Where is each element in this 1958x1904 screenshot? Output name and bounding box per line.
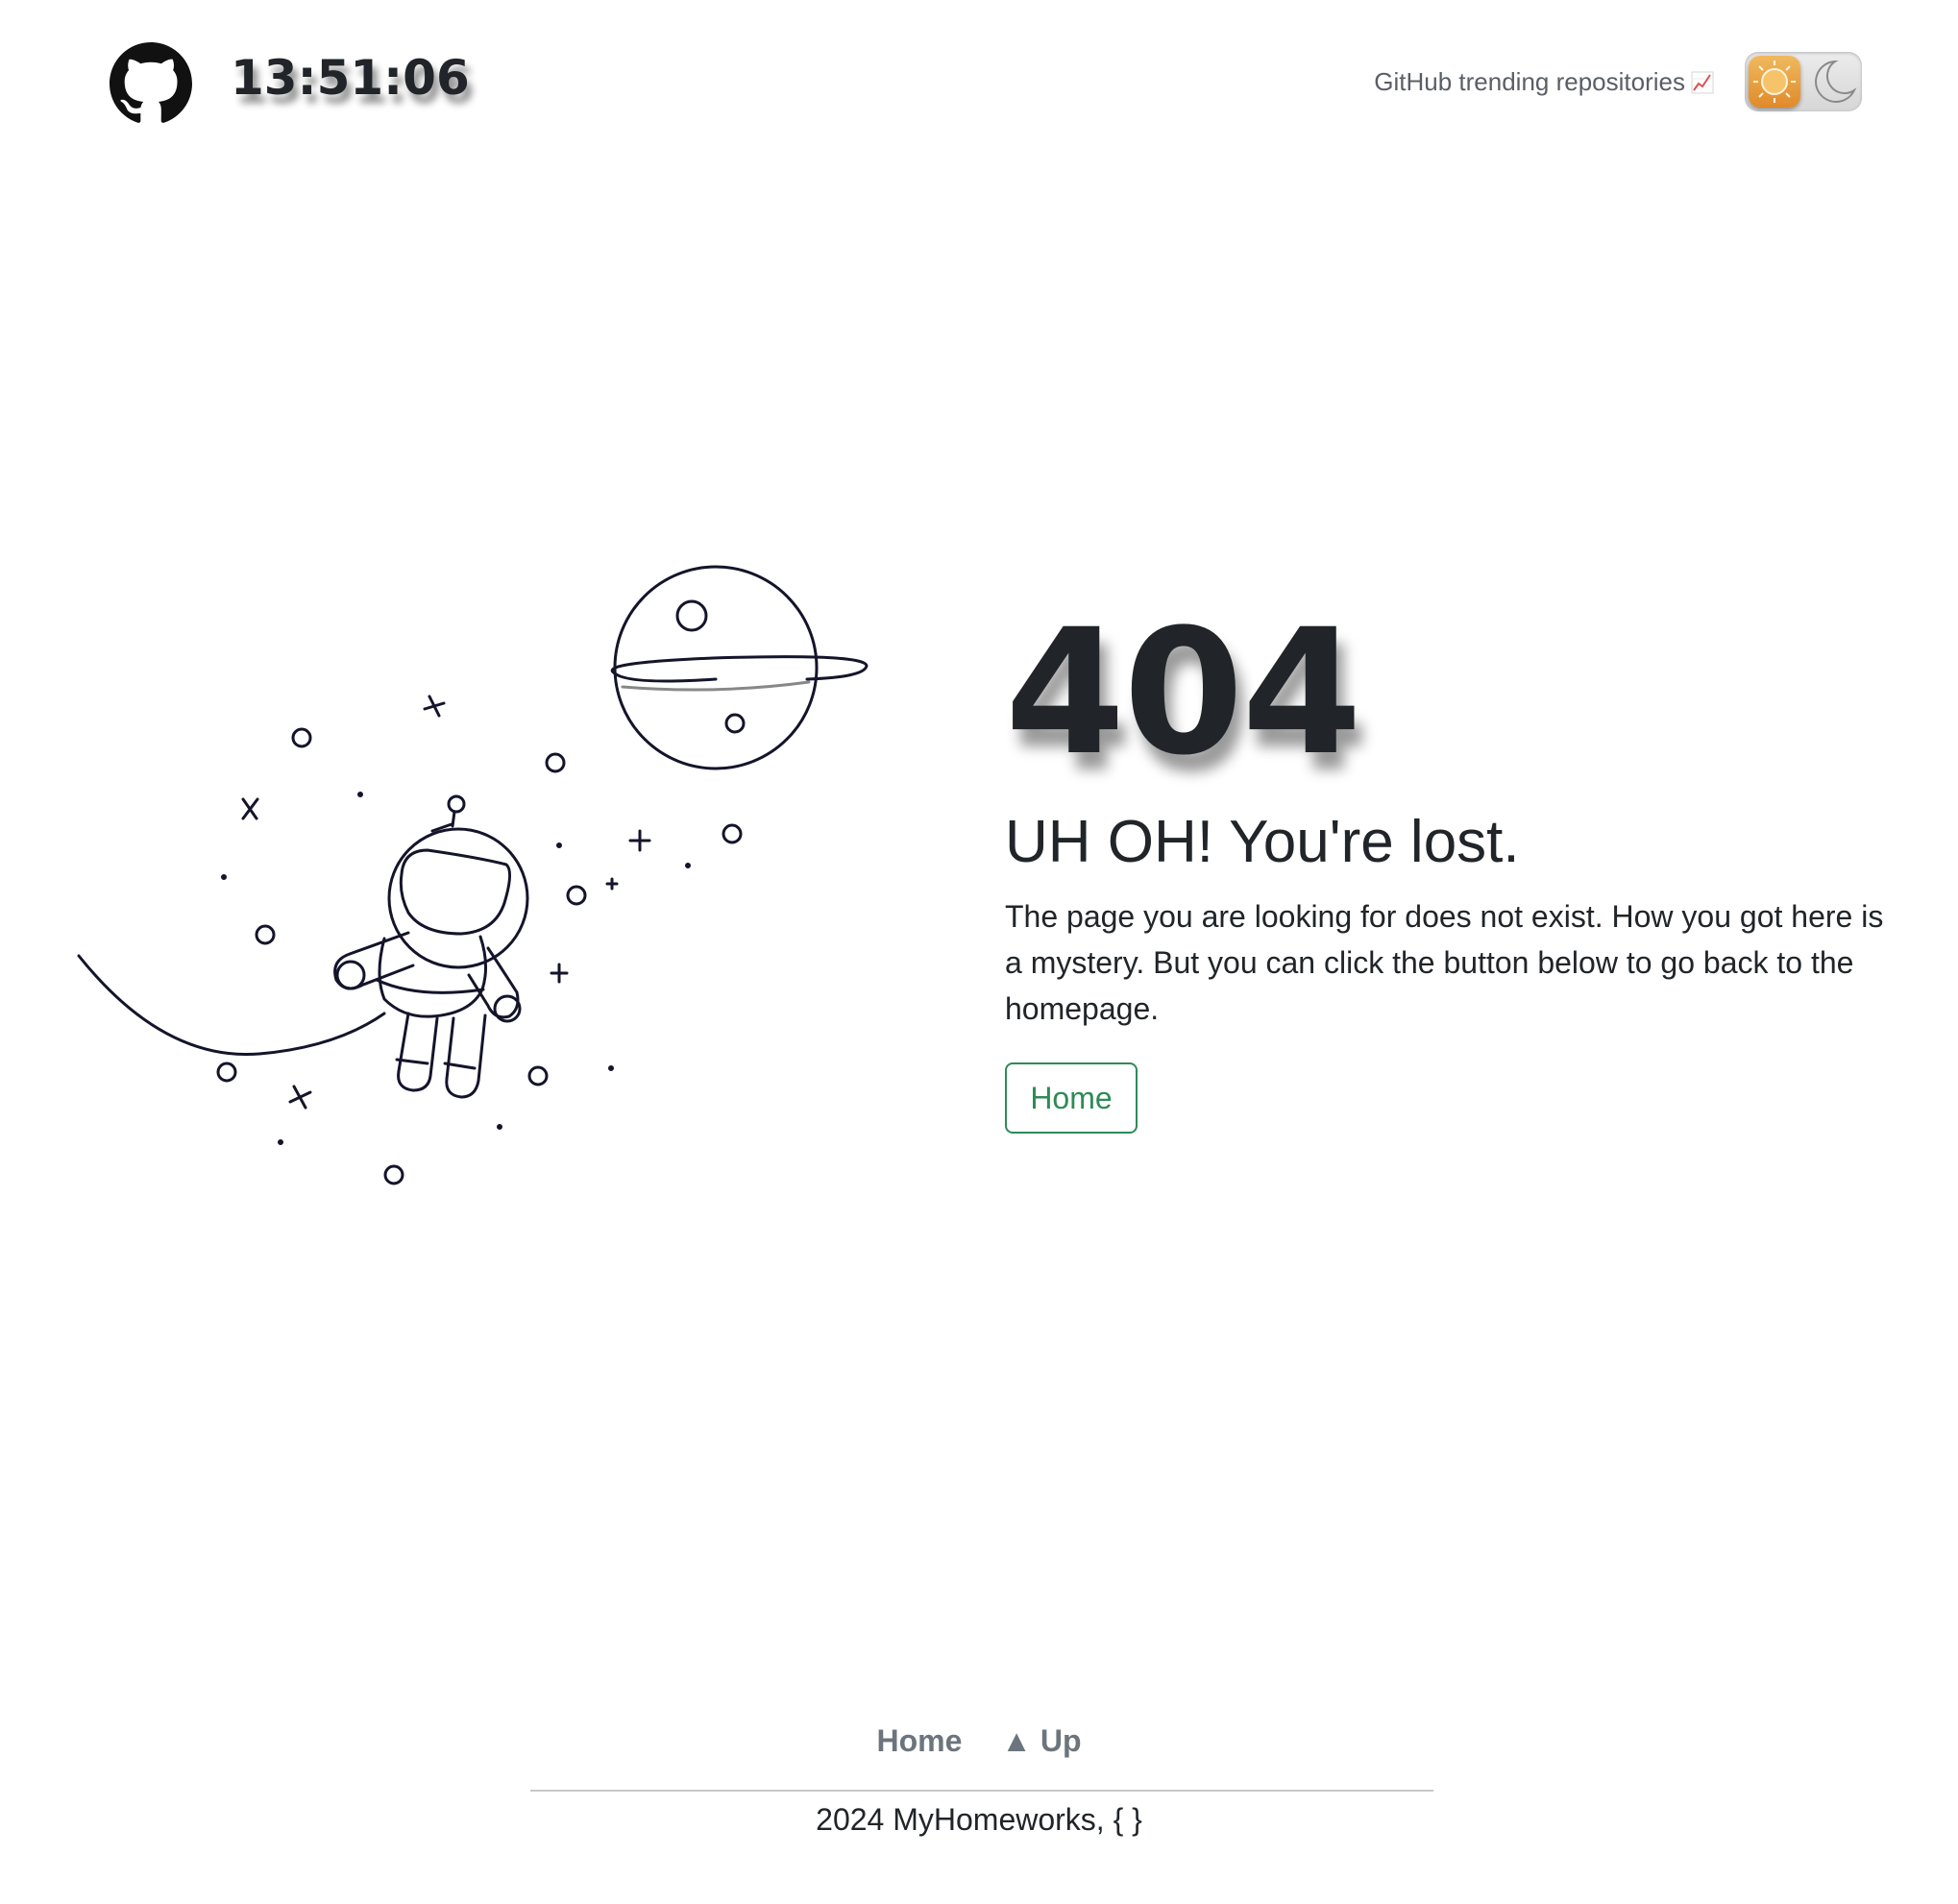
footer-nav: Home ▲ Up [0,1723,1958,1759]
chart-increasing-icon [1691,71,1714,93]
error-code: 404 [1005,593,1362,793]
error-description: The page you are looking for does not ex… [1005,899,1884,1026]
trending-link-label: GitHub trending repositories [1374,67,1685,96]
error-title: UH OH! You're lost. [1005,809,1520,875]
footer-up-label: Up [1040,1723,1082,1758]
trending-repos-link[interactable]: GitHub trending repositories [1374,67,1714,97]
planet-icon [610,565,869,770]
clock-display: 13:51:06 [231,50,470,106]
footer-copyright: 2024 MyHomeworks, { } [816,1802,1142,1837]
footer-home-link[interactable]: Home [876,1723,962,1758]
stars-icon [216,695,743,1185]
astronaut-icon [333,794,529,1099]
astronaut-illustration [77,565,869,1185]
sun-icon [1749,56,1800,108]
up-arrow-icon: ▲ [1001,1723,1032,1758]
github-logo-icon[interactable] [110,42,192,125]
footer-divider [530,1790,1433,1792]
moon-icon [1815,60,1857,103]
theme-toggle[interactable] [1745,52,1862,111]
footer-up-link[interactable]: ▲ Up [1001,1723,1081,1758]
home-button[interactable]: Home [1005,1062,1138,1134]
